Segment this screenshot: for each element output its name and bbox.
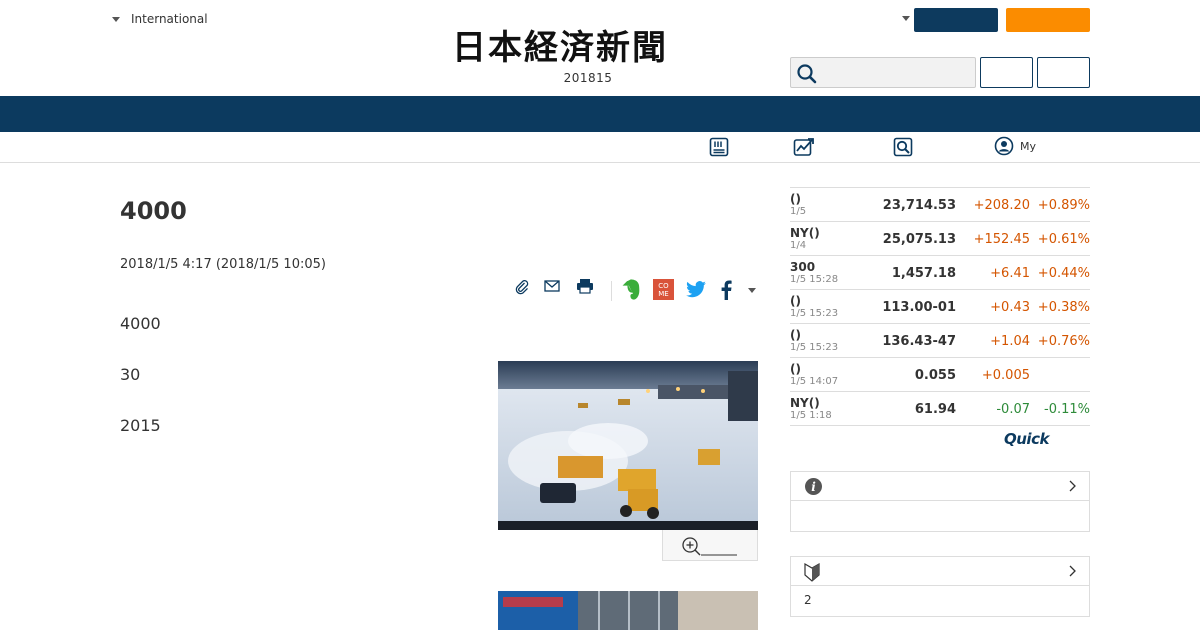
share-separator [611, 281, 612, 301]
zoom-in-icon [682, 537, 737, 556]
search-icon [797, 64, 817, 84]
photo-zoom-button[interactable] [662, 530, 758, 561]
chevron-right-icon [1069, 480, 1076, 492]
sub-navigation: My [0, 132, 1200, 163]
market-value: 1,457.18 [891, 266, 956, 281]
market-value: 136.43-47 [882, 334, 956, 349]
beginner-panel-body: 2 [791, 586, 1089, 616]
market-row[interactable]: NY() 1/5 1:18 61.94 -0.07 -0.11% [790, 392, 1090, 426]
market-percent: +0.44% [1037, 266, 1090, 281]
beginner-panel-header[interactable] [791, 557, 1089, 586]
chevron-right-icon [1069, 565, 1076, 577]
paperclip-icon[interactable] [514, 279, 530, 295]
market-value: 25,075.13 [882, 232, 956, 247]
market-change: +152.45 [973, 232, 1030, 247]
market-change: +208.20 [973, 198, 1030, 213]
market-name: () [790, 294, 801, 308]
beginner-leaf-icon [804, 562, 820, 582]
market-row[interactable]: () 1/5 23,714.53 +208.20 +0.89% [790, 188, 1090, 222]
user-icon [994, 136, 1014, 156]
article-title: 4000 [120, 197, 187, 225]
market-chart-icon[interactable] [793, 137, 815, 157]
article-date: 2018/1/5 4:17 (2018/1/5 10:05) [120, 257, 326, 272]
market-change: +0.43 [990, 300, 1030, 315]
header-button-1[interactable] [980, 57, 1033, 88]
quick-logo: Quick [1004, 430, 1049, 448]
market-time: 1/5 [790, 206, 807, 217]
info-panel: i [790, 471, 1090, 532]
print-icon[interactable] [576, 278, 594, 294]
market-name: NY() [790, 396, 820, 410]
my-page-link[interactable]: My [994, 136, 1036, 156]
market-change: +0.005 [981, 368, 1030, 383]
market-change: -0.07 [996, 402, 1030, 417]
market-row[interactable]: NY() 1/4 25,075.13 +152.45 +0.61% [790, 222, 1090, 256]
newspaper-icon[interactable] [709, 137, 729, 157]
main-navigation-bar[interactable] [0, 96, 1200, 132]
market-name: () [790, 362, 801, 376]
search-input[interactable] [790, 57, 976, 88]
international-label: International [131, 12, 208, 26]
article-paragraph: 4000 [120, 314, 161, 333]
market-change: +1.04 [990, 334, 1030, 349]
market-percent: +0.61% [1037, 232, 1090, 247]
photo-illustration-2 [498, 591, 758, 630]
market-row[interactable]: () 1/5 15:23 113.00-01 +0.43 +0.38% [790, 290, 1090, 324]
market-name: () [790, 192, 801, 206]
international-dropdown[interactable]: International [112, 12, 208, 26]
my-label: My [1020, 139, 1037, 153]
article-paragraph: 2015 [120, 416, 161, 435]
article-photo-2[interactable] [498, 591, 758, 630]
market-name: NY() [790, 226, 820, 240]
beginner-panel: 2 [790, 556, 1090, 617]
header-button-2[interactable] [1037, 57, 1090, 88]
mail-icon[interactable] [544, 279, 560, 293]
site-header: International 日本経済新聞 201815 [0, 0, 1200, 96]
market-time: 1/5 14:07 [790, 376, 839, 387]
subscribe-button[interactable] [1006, 8, 1090, 32]
svg-text:ME: ME [658, 290, 668, 298]
site-logo[interactable]: 日本経済新聞 [452, 28, 668, 68]
come-icon[interactable]: CO ME [653, 279, 674, 300]
search-news-icon[interactable] [893, 137, 913, 157]
info-panel-body [791, 501, 1089, 531]
article-paragraph: 30 [120, 365, 141, 384]
market-value: 61.94 [914, 402, 956, 417]
market-data-table: () 1/5 23,714.53 +208.20 +0.89% NY() 1/4 25,075… [790, 187, 1090, 426]
facebook-icon[interactable] [720, 280, 732, 300]
info-panel-header[interactable]: i [791, 472, 1089, 501]
evernote-icon[interactable] [622, 279, 642, 301]
twitter-icon[interactable] [685, 281, 707, 299]
market-time: 1/5 15:23 [790, 342, 839, 353]
login-button[interactable] [914, 8, 998, 32]
market-time: 1/5 1:18 [790, 410, 832, 421]
caret-down-icon [112, 16, 120, 22]
svg-text:CO: CO [658, 282, 669, 290]
market-name: () [790, 328, 801, 342]
logo-date: 201815 [563, 71, 613, 85]
market-value: 23,714.53 [882, 198, 956, 213]
market-time: 1/5 15:28 [790, 274, 839, 285]
market-value: 0.055 [914, 368, 956, 383]
share-toolbar: CO ME [510, 278, 760, 302]
share-more-caret-icon[interactable] [748, 288, 756, 293]
market-percent: -0.11% [1044, 402, 1090, 417]
market-time: 1/5 15:23 [790, 308, 839, 319]
market-percent: +0.76% [1037, 334, 1090, 349]
article-photo-snow-airport[interactable] [498, 361, 758, 530]
account-caret-icon[interactable] [902, 16, 910, 21]
info-icon: i [805, 478, 822, 495]
market-percent: +0.38% [1037, 300, 1090, 315]
market-row[interactable]: () 1/5 14:07 0.055 +0.005 [790, 358, 1090, 392]
market-change: +6.41 [990, 266, 1030, 281]
market-name: 300 [790, 260, 816, 274]
market-row[interactable]: () 1/5 15:23 136.43-47 +1.04 +0.76% [790, 324, 1090, 358]
beginner-panel-text: 2 [804, 593, 812, 607]
svg-text:i: i [811, 480, 816, 494]
photo-illustration [498, 361, 758, 530]
market-time: 1/4 [790, 240, 807, 251]
market-value: 113.00-01 [882, 300, 956, 315]
market-row[interactable]: 300 1/5 15:28 1,457.18 +6.41 +0.44% [790, 256, 1090, 290]
market-percent: +0.89% [1037, 198, 1090, 213]
